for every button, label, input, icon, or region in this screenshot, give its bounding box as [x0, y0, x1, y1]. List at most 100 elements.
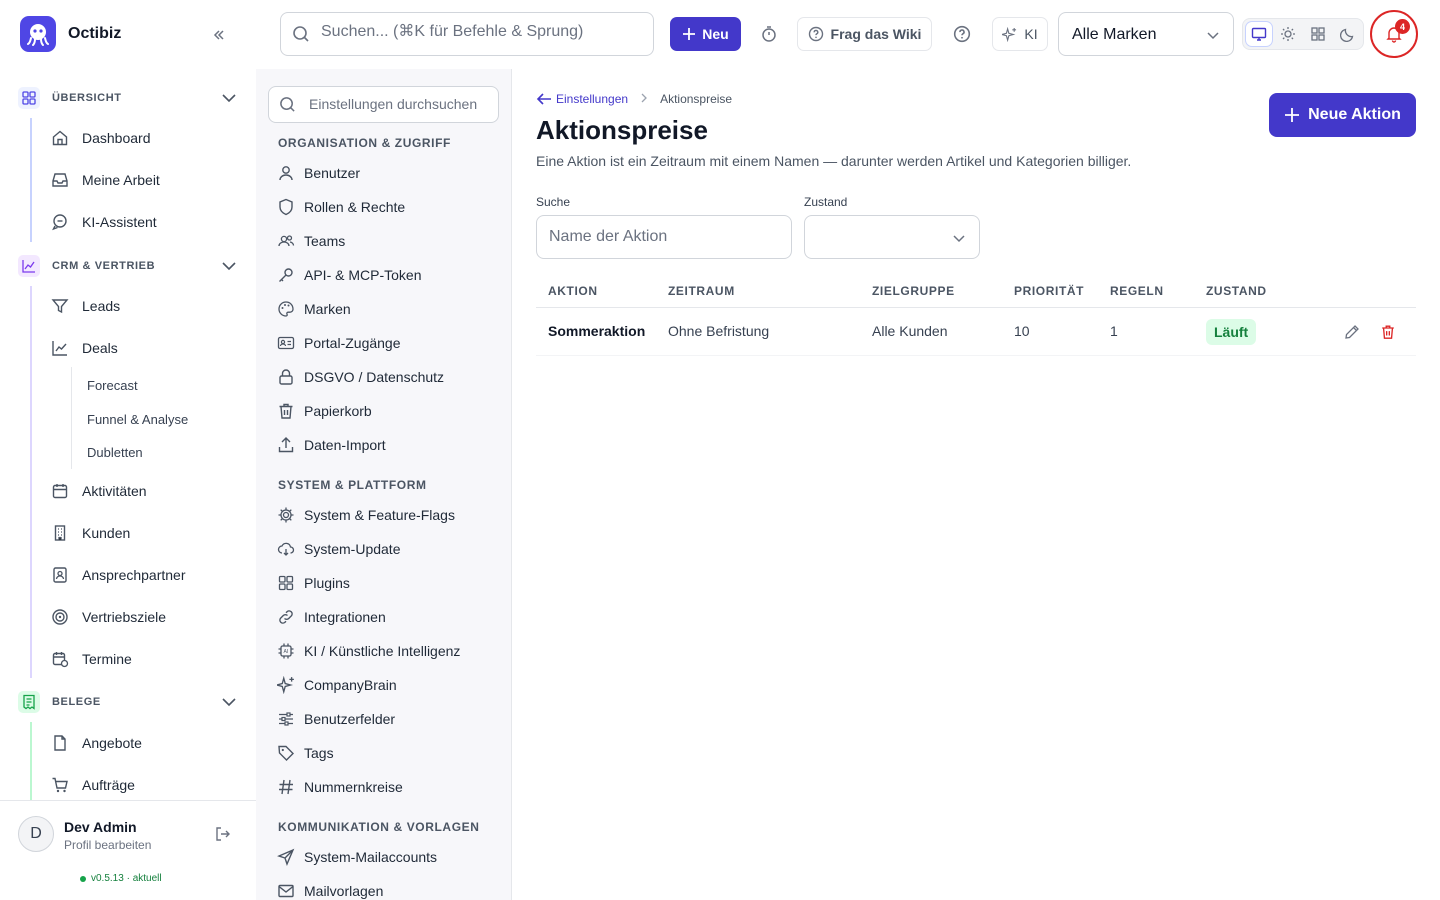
- global-search[interactable]: [280, 12, 654, 56]
- section-documents[interactable]: BELEGE: [18, 690, 101, 714]
- settings-item-number-ranges[interactable]: Nummernkreise: [276, 776, 403, 798]
- sidebar-item-ai-assistant[interactable]: KI-Assistent: [50, 210, 157, 234]
- sidebar-item-customers[interactable]: Kunden: [50, 521, 130, 545]
- settings-item-gdpr[interactable]: DSGVO / Datenschutz: [276, 366, 444, 388]
- settings-item-api-tokens[interactable]: API- & MCP-Token: [276, 264, 421, 286]
- help-icon[interactable]: [945, 17, 979, 51]
- sidebar-item-contacts[interactable]: Ansprechpartner: [50, 563, 186, 587]
- sidebar-item-label: Aktivitäten: [82, 483, 147, 499]
- calendar-icon: [50, 481, 70, 501]
- column-header[interactable]: PRIORITÄT: [1014, 284, 1084, 298]
- sidebar: ÜBERSICHT Dashboard Meine Arbeit KI-Assi…: [0, 69, 256, 900]
- funnel-icon: [50, 296, 70, 316]
- sidebar-item-quotes[interactable]: Angebote: [50, 731, 142, 755]
- column-header[interactable]: REGELN: [1110, 284, 1164, 298]
- sidebar-item-appointments[interactable]: Termine: [50, 647, 132, 671]
- section-overview-line: [30, 118, 32, 242]
- settings-item-plugins[interactable]: Plugins: [276, 572, 350, 594]
- global-search-input[interactable]: [321, 23, 641, 41]
- breadcrumb-back-link[interactable]: Einstellungen: [536, 92, 628, 106]
- settings-item-trash[interactable]: Papierkorb: [276, 400, 372, 422]
- sidebar-item-deals[interactable]: Deals: [50, 336, 118, 360]
- column-header[interactable]: AKTION: [548, 284, 598, 298]
- version-info: v0.5.13 · aktuell: [80, 873, 162, 884]
- new-promotion-button[interactable]: Neue Aktion: [1269, 93, 1416, 137]
- page-description: Eine Aktion ist ein Zeitraum mit einem N…: [536, 153, 1132, 169]
- sidebar-item-leads[interactable]: Leads: [50, 294, 120, 318]
- mail-icon: [276, 881, 296, 900]
- brand-select[interactable]: Alle Marken: [1058, 12, 1234, 56]
- settings-item-system-update[interactable]: System-Update: [276, 538, 400, 560]
- sidebar-item-label: Deals: [82, 340, 118, 356]
- sidebar-subitem-forecast[interactable]: Forecast: [87, 378, 138, 393]
- sidebar-item-orders[interactable]: Aufträge: [50, 773, 135, 797]
- settings-item-label: Plugins: [304, 575, 350, 591]
- settings-item-roles[interactable]: Rollen & Rechte: [276, 196, 405, 218]
- edit-profile-link[interactable]: Profil bearbeiten: [64, 838, 151, 852]
- settings-item-integrations[interactable]: Integrationen: [276, 606, 386, 628]
- avatar[interactable]: D: [18, 816, 54, 852]
- settings-item-custom-fields[interactable]: Benutzerfelder: [276, 708, 395, 730]
- settings-item-portal-access[interactable]: Portal-Zugänge: [276, 332, 401, 354]
- arrow-left-icon: [536, 93, 551, 105]
- chevron-down-icon[interactable]: [220, 89, 238, 107]
- chevron-down-icon[interactable]: [220, 257, 238, 275]
- new-button-label: Neu: [702, 26, 729, 42]
- timer-icon[interactable]: [752, 17, 786, 51]
- table-row[interactable]: Sommeraktion Ohne Befristung Alle Kunden…: [536, 308, 1416, 356]
- sidebar-item-my-work[interactable]: Meine Arbeit: [50, 168, 160, 192]
- settings-item-mail-templates[interactable]: Mailvorlagen: [276, 880, 383, 900]
- settings-item-teams[interactable]: Teams: [276, 230, 345, 252]
- monitor-icon[interactable]: [1246, 22, 1272, 46]
- settings-item-tags[interactable]: Tags: [276, 742, 334, 764]
- notifications-button[interactable]: 4: [1370, 10, 1418, 58]
- settings-item-data-import[interactable]: Daten-Import: [276, 434, 386, 456]
- main-content: Einstellungen Aktionspreise Aktionspreis…: [512, 69, 1440, 900]
- delete-icon[interactable]: [1378, 322, 1398, 342]
- chevron-down-icon[interactable]: [220, 693, 238, 711]
- home-icon: [50, 128, 70, 148]
- settings-item-label: DSGVO / Datenschutz: [304, 369, 445, 385]
- ask-wiki-button[interactable]: Frag das Wiki: [797, 17, 932, 51]
- section-overview[interactable]: ÜBERSICHT: [18, 86, 122, 110]
- filter-state-select[interactable]: [804, 215, 980, 259]
- settings-item-companybrain[interactable]: CompanyBrain: [276, 674, 397, 696]
- filter-search-input[interactable]: [549, 228, 779, 246]
- sun-icon[interactable]: [1275, 22, 1301, 46]
- settings-item-feature-flags[interactable]: System & Feature-Flags: [276, 504, 455, 526]
- sidebar-item-sales-goals[interactable]: Vertriebsziele: [50, 605, 166, 629]
- section-crm[interactable]: CRM & VERTRIEB: [18, 254, 155, 278]
- settings-search-input[interactable]: [309, 96, 494, 112]
- collapse-sidebar-icon[interactable]: [208, 24, 230, 46]
- settings-item-ai[interactable]: AI KI / Künstliche Intelligenz: [276, 640, 460, 662]
- column-header[interactable]: ZIELGRUPPE: [872, 284, 955, 298]
- moon-icon[interactable]: [1335, 22, 1361, 46]
- settings-item-label: Mailvorlagen: [304, 883, 384, 899]
- settings-item-users[interactable]: Benutzer: [276, 162, 360, 184]
- settings-item-mail-accounts[interactable]: System-Mailaccounts: [276, 846, 437, 868]
- topbar: Octibiz Neu Frag das Wiki KI Alle Marken: [0, 0, 1440, 69]
- new-button[interactable]: Neu: [670, 17, 741, 51]
- settings-search[interactable]: [268, 86, 499, 123]
- filter-search[interactable]: [536, 215, 792, 259]
- octopus-logo-icon[interactable]: [20, 16, 56, 52]
- sidebar-subitem-funnel[interactable]: Funnel & Analyse: [87, 412, 188, 427]
- logout-icon[interactable]: [214, 825, 232, 848]
- lock-icon: [276, 367, 296, 387]
- column-header[interactable]: ZEITRAUM: [668, 284, 735, 298]
- column-header[interactable]: ZUSTAND: [1206, 284, 1267, 298]
- sidebar-item-label: Vertriebsziele: [82, 609, 167, 625]
- sidebar-subitem-duplicates[interactable]: Dubletten: [87, 445, 143, 460]
- status-badge: Läuft: [1206, 319, 1257, 345]
- layout-grid-icon[interactable]: [1305, 22, 1331, 46]
- edit-icon[interactable]: [1342, 322, 1362, 342]
- plus-icon: [683, 28, 696, 40]
- cell-name: Sommeraktion: [548, 323, 646, 339]
- section-documents-line: [30, 722, 32, 800]
- settings-item-brands[interactable]: Marken: [276, 298, 351, 320]
- settings-item-label: Tags: [304, 745, 334, 761]
- ki-button[interactable]: KI: [992, 17, 1048, 51]
- sidebar-item-dashboard[interactable]: Dashboard: [50, 126, 151, 150]
- settings-item-label: Nummernkreise: [304, 779, 403, 795]
- sidebar-item-activities[interactable]: Aktivitäten: [50, 479, 147, 503]
